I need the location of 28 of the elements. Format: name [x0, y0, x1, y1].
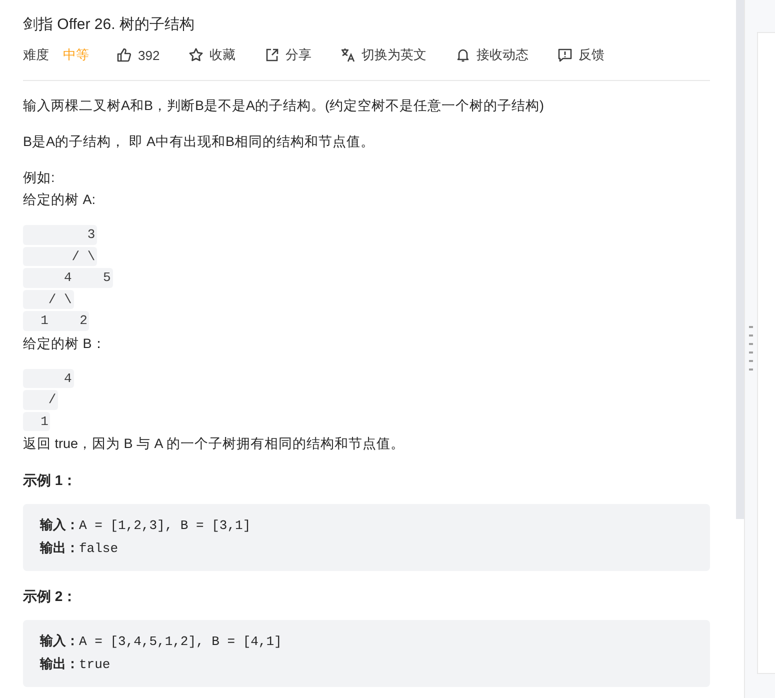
thumbs-up-icon [116, 47, 132, 63]
difficulty-value: 中等 [63, 46, 89, 64]
problem-title: 剑指 Offer 26. 树的子结构 [23, 15, 196, 35]
action-button[interactable]: 反馈 [556, 46, 605, 64]
feedback-icon [556, 47, 573, 63]
description-text: B是A的子结构， 即 A中有出现和B相同的结构和节点值。 [23, 133, 376, 151]
like-button[interactable]: 392 [116, 47, 160, 63]
example-heading: 示例 2： [23, 587, 78, 606]
input-line: 输入：A = [3,4,5,1,2], B = [4,1] [40, 632, 283, 651]
output-line: 输出：false [40, 540, 120, 558]
description-text: 返回 true，因为 B 与 A 的一个子树拥有相同的结构和节点值。 [23, 435, 406, 453]
description-text: 输入两棵二叉树A和B，判断B是不是A的子结构。(约定空树不是任意一个树的子结构) [23, 97, 546, 115]
action-button[interactable]: 切换为英文 [340, 46, 427, 64]
translate-icon [340, 47, 356, 63]
bell-icon [454, 47, 471, 63]
example-heading: 示例 1： [23, 471, 78, 490]
scrollbar[interactable] [736, 0, 744, 519]
action-button[interactable]: 收藏 [188, 46, 236, 64]
description-text: 例如: [23, 169, 56, 187]
output-line: 输出：true [40, 656, 112, 674]
star-icon [188, 47, 204, 63]
description-text: 给定的树 B： [23, 334, 107, 352]
input-line: 输入：A = [1,2,3], B = [3,1] [40, 516, 252, 535]
action-button[interactable]: 接收动态 [454, 46, 529, 64]
share-icon [264, 47, 280, 63]
action-button[interactable]: 分享 [264, 46, 312, 64]
difficulty-label: 难度 [23, 46, 49, 64]
description-text: 给定的树 A: [23, 191, 97, 209]
